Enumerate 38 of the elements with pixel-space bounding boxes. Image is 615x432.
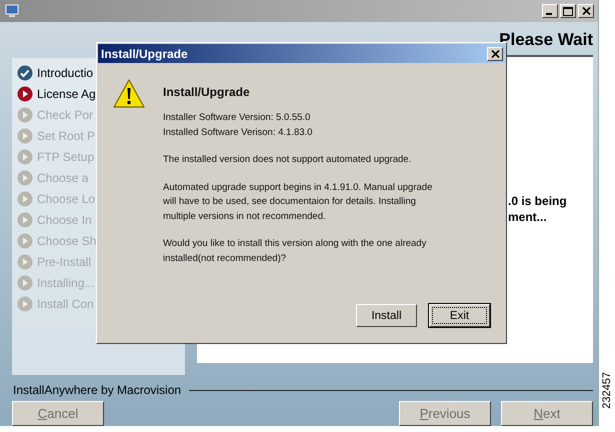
step-label: Check Por (37, 108, 94, 122)
step-label: Choose In (37, 213, 92, 227)
step-label: Choose Sh (37, 234, 96, 248)
step-label: Installing... (37, 276, 94, 290)
page-title: Please Wait (499, 30, 593, 51)
message-line: Installer Software Version: 5.0.55.0 (163, 111, 312, 125)
status-text: ment... (508, 209, 548, 225)
message-line: multiple versions in not recommended. (163, 210, 327, 224)
dialog-button[interactable]: Install (356, 304, 417, 327)
close-button[interactable] (578, 4, 594, 18)
message-line: Would you like to install this version along with the one already (163, 237, 428, 251)
warning-icon (113, 79, 145, 109)
close-button[interactable] (487, 46, 503, 60)
step-label: License Ag (37, 87, 96, 101)
step-label: Set Root P (37, 129, 96, 143)
message-line: installed(not recommended)? (163, 252, 288, 266)
message-line: Installed Software Verison: 4.1.83.0 (163, 126, 314, 140)
close-icon (582, 7, 590, 15)
close-icon (490, 50, 500, 58)
step-label: Pre-Install (37, 255, 92, 269)
status-text: .0 is being (508, 193, 568, 209)
dialog-title: Install/Upgrade (101, 46, 189, 60)
dialog-button[interactable]: Exit (429, 304, 490, 327)
step-label: Install Con (37, 297, 94, 311)
step-label: Choose a (37, 171, 88, 185)
step-label: FTP Setup (37, 150, 94, 164)
computer-icon (4, 3, 20, 19)
step-label: Introductio (37, 66, 94, 80)
brand-label: InstallAnywhere by Macrovision (13, 383, 182, 397)
dialog-heading: Install/Upgrade (163, 85, 251, 99)
step-label: Choose Lo (37, 192, 96, 206)
maximize-icon (563, 6, 573, 16)
message-line: Automated upgrade support begins in 4.1.91.0. Manual upgrade (163, 180, 432, 194)
minimize-button[interactable] (542, 4, 558, 18)
message-line: The installed version does not support automated upgrade. (163, 153, 412, 167)
message-line: will have to be used, see documentaion for details. Installing (163, 195, 417, 209)
maximize-button[interactable] (560, 4, 576, 18)
figure-number: 232457 (601, 372, 613, 409)
